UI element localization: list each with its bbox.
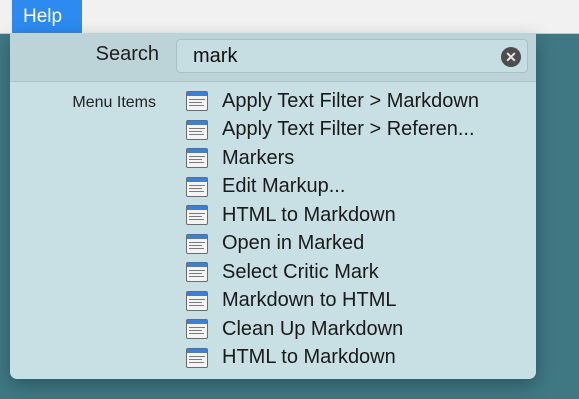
menu-item-result[interactable]: Select Critic Mark [186, 258, 479, 287]
menu-item-result[interactable]: HTML to Markdown [186, 344, 479, 373]
menu-item-label: Edit Markup... [222, 175, 346, 198]
menu-item-result[interactable]: Clean Up Markdown [186, 315, 479, 344]
menu-item-result[interactable]: HTML to Markdown [186, 201, 479, 230]
menu-window-icon [186, 91, 208, 112]
menu-bar: Help [0, 0, 579, 34]
help-menu[interactable]: Help [12, 0, 82, 33]
menu-items-section-label: Menu Items [72, 94, 156, 111]
menu-item-label: Apply Text Filter > Referen... [222, 118, 475, 141]
menu-window-icon [186, 262, 208, 283]
clear-search-icon[interactable]: ✕ [501, 47, 521, 67]
menu-item-label: Clean Up Markdown [222, 317, 404, 340]
menu-window-icon [186, 148, 208, 169]
menu-window-icon [186, 290, 208, 311]
menu-window-icon [186, 347, 208, 368]
menu-item-label: Select Critic Mark [222, 260, 379, 283]
menu-item-label: HTML to Markdown [222, 346, 396, 369]
menu-window-icon [186, 119, 208, 140]
menu-item-result[interactable]: Apply Text Filter > Markdown [186, 87, 479, 116]
search-input[interactable]: mark ✕ [176, 39, 528, 73]
menu-item-label: HTML to Markdown [222, 203, 396, 226]
menu-item-result[interactable]: Apply Text Filter > Referen... [186, 116, 479, 145]
search-row: Search mark ✕ [10, 33, 536, 82]
menu-window-icon [186, 176, 208, 197]
menu-item-label: Apply Text Filter > Markdown [222, 89, 479, 112]
help-search-panel: Search mark ✕ Menu Items Apply Text Filt… [10, 33, 536, 379]
menu-item-result[interactable]: Edit Markup... [186, 173, 479, 202]
menu-item-result[interactable]: Markers [186, 144, 479, 173]
menu-window-icon [186, 319, 208, 340]
menu-item-result[interactable]: Open in Marked [186, 230, 479, 259]
menu-item-label: Markers [222, 146, 295, 169]
menu-item-label: Open in Marked [222, 232, 365, 255]
menu-item-result[interactable]: Markdown to HTML [186, 287, 479, 316]
menu-item-label: Markdown to HTML [222, 289, 397, 312]
search-label: Search [95, 43, 159, 65]
search-input-value: mark [193, 45, 238, 67]
menu-window-icon [186, 205, 208, 226]
menu-window-icon [186, 233, 208, 254]
menu-items-list: Apply Text Filter > Markdown Apply Text … [186, 87, 479, 372]
